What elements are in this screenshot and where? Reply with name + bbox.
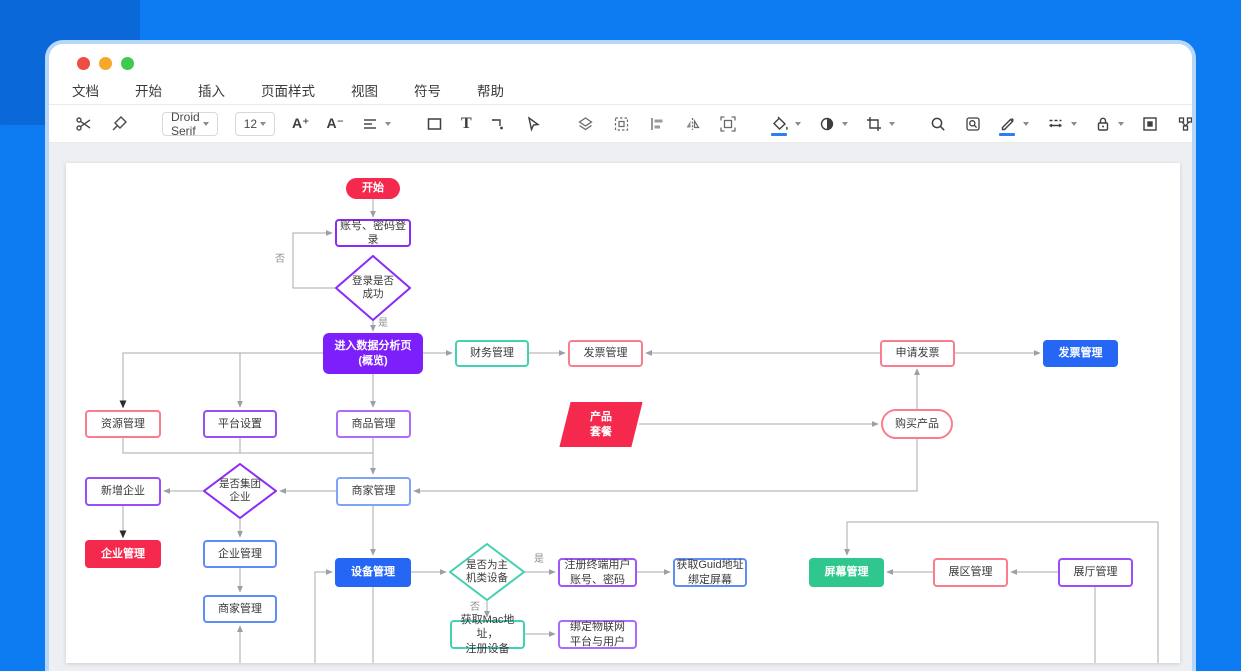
menu-insert[interactable]: 插入 (198, 80, 225, 100)
desktop: 文档 开始 插入 页面样式 视图 符号 帮助 Droid (0, 0, 1241, 671)
font-size-select[interactable]: 12 (235, 112, 275, 136)
line-color-icon[interactable] (999, 115, 1029, 133)
align-objects-icon[interactable] (648, 115, 666, 133)
node-platform-settings[interactable]: 平台设置 (203, 410, 277, 438)
connector[interactable] (315, 572, 332, 663)
select-tool-icon[interactable] (524, 115, 542, 133)
canvas-area: 开始 账号、密码登录 登录是否 成功 进入数据分析页 (概览) 财务管理 发票管… (49, 143, 1192, 671)
node-area-mgmt[interactable]: 展区管理 (933, 558, 1008, 587)
node-register-user[interactable]: 注册终端用户 账号、密码 (558, 558, 637, 587)
font-family-value: Droid Serif (171, 110, 200, 138)
node-bind-iot[interactable]: 绑定物联网 平台与用户 (558, 620, 637, 649)
group-icon[interactable] (612, 115, 631, 133)
font-size-value: 12 (244, 117, 257, 131)
node-get-guid[interactable]: 获取Guid地址 绑定屏幕 (673, 558, 747, 587)
chevron-down-icon (203, 122, 209, 126)
node-finance-mgmt[interactable]: 财务管理 (455, 340, 529, 367)
connector[interactable] (123, 353, 323, 407)
text-align-icon[interactable] (361, 115, 391, 133)
menu-document[interactable]: 文档 (72, 80, 99, 100)
lock-icon[interactable] (1094, 115, 1124, 133)
edge-label-yes-2[interactable]: 是 (534, 550, 544, 565)
connector[interactable] (847, 522, 1158, 663)
cut-icon[interactable] (75, 115, 93, 133)
node-product-mgmt[interactable]: 商品管理 (336, 410, 411, 438)
find-replace-icon[interactable] (964, 115, 982, 133)
shape-style-icon[interactable] (818, 115, 848, 133)
connection-points-icon[interactable] (1176, 115, 1196, 133)
app-window: 文档 开始 插入 页面样式 视图 符号 帮助 Droid (45, 40, 1196, 671)
node-device-mgmt[interactable]: 设备管理 (335, 558, 411, 587)
fill-color-icon[interactable] (771, 115, 801, 133)
node-start[interactable]: 开始 (346, 178, 400, 199)
node-is-group-decision[interactable]: 是否集团 企业 (203, 463, 277, 519)
menu-symbols[interactable]: 符号 (414, 80, 441, 100)
node-get-mac[interactable]: 获取Mac地址， 注册设备 (450, 620, 525, 649)
search-icon[interactable] (929, 115, 947, 133)
crop-icon[interactable] (865, 115, 895, 133)
line-style-icon[interactable] (1046, 115, 1077, 133)
node-new-enterprise[interactable]: 新增企业 (85, 477, 161, 506)
layers-icon[interactable] (576, 115, 595, 133)
invert-selection-icon[interactable] (1141, 115, 1159, 133)
menu-start[interactable]: 开始 (135, 80, 162, 100)
node-buy-product[interactable]: 购买产品 (881, 409, 953, 439)
connector[interactable] (123, 438, 373, 453)
node-enterprise-mgmt[interactable]: 企业管理 (203, 540, 277, 568)
node-login-success-decision[interactable]: 登录是否 成功 (335, 255, 411, 321)
text-tool-icon[interactable]: T (461, 115, 472, 133)
menu-view[interactable]: 视图 (351, 80, 378, 100)
node-screen-mgmt[interactable]: 屏幕管理 (809, 558, 884, 587)
node-merchant-mgmt-2[interactable]: 商家管理 (203, 595, 277, 623)
titlebar (49, 44, 1192, 76)
node-apply-invoice[interactable]: 申请发票 (880, 340, 955, 367)
menu-page-style[interactable]: 页面样式 (261, 80, 315, 100)
rectangle-tool-icon[interactable] (425, 115, 444, 133)
chevron-down-icon (260, 122, 266, 126)
zoom-button[interactable] (121, 57, 134, 70)
connector[interactable] (414, 439, 917, 491)
toolbar: Droid Serif 12 A⁺ A⁻ T (49, 105, 1192, 142)
flip-icon[interactable] (683, 115, 702, 133)
minimize-button[interactable] (99, 57, 112, 70)
node-invoice-mgmt[interactable]: 发票管理 (568, 340, 643, 367)
node-resource-mgmt[interactable]: 资源管理 (85, 410, 161, 438)
node-invoice-mgmt-blue[interactable]: 发票管理 (1043, 340, 1118, 367)
format-painter-icon[interactable] (110, 115, 128, 133)
menu-help[interactable]: 帮助 (477, 80, 504, 100)
node-data-analysis[interactable]: 进入数据分析页 (概览) (323, 333, 423, 374)
node-enterprise-mgmt-red[interactable]: 企业管理 (85, 540, 161, 568)
node-hall-mgmt[interactable]: 展厅管理 (1058, 558, 1133, 587)
connector[interactable] (293, 233, 335, 288)
node-merchant-mgmt[interactable]: 商家管理 (336, 477, 411, 506)
edge-label-yes[interactable]: 是 (378, 314, 388, 329)
node-is-host-device-decision[interactable]: 是否为主 机类设备 (449, 543, 525, 601)
font-family-select[interactable]: Droid Serif (162, 112, 218, 136)
node-product-package[interactable]: 产品 套餐 (565, 402, 637, 447)
font-decrease-icon[interactable]: A⁻ (327, 115, 345, 132)
frame-icon[interactable] (719, 115, 737, 133)
edge-label-no[interactable]: 否 (275, 250, 285, 265)
node-login[interactable]: 账号、密码登录 (335, 219, 411, 247)
font-increase-icon[interactable]: A⁺ (292, 115, 310, 132)
close-button[interactable] (77, 57, 90, 70)
edge-label-no-2[interactable]: 否 (470, 598, 480, 613)
connector-tool-icon[interactable] (489, 115, 507, 133)
menu-bar: 文档 开始 插入 页面样式 视图 符号 帮助 (49, 76, 1192, 104)
canvas-page[interactable]: 开始 账号、密码登录 登录是否 成功 进入数据分析页 (概览) 财务管理 发票管… (66, 163, 1180, 663)
